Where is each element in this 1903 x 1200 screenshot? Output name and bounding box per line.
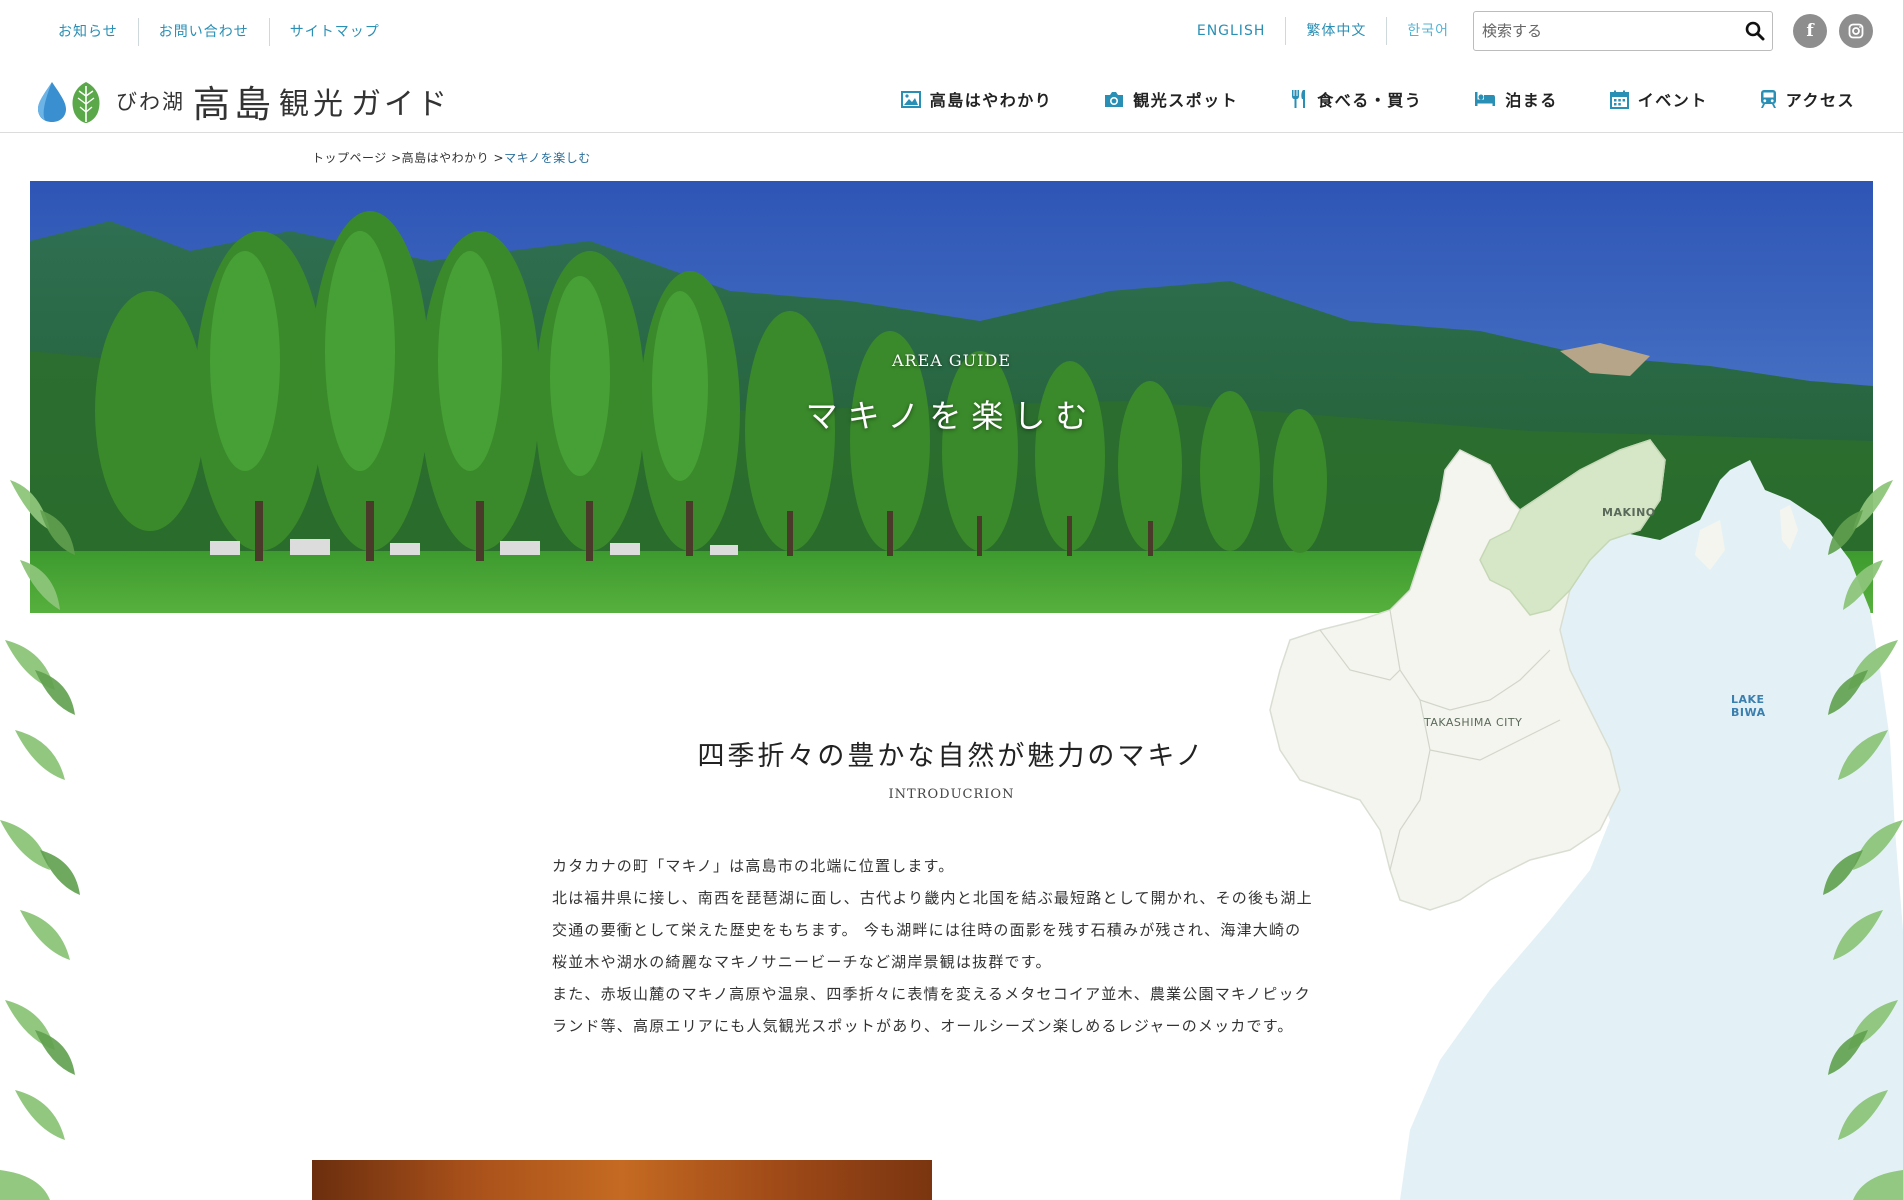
lang-korean[interactable]: 한국어	[1386, 17, 1469, 45]
right-foliage-decoration	[1823, 480, 1903, 1200]
header-divider	[0, 132, 1903, 133]
sitemap-link[interactable]: サイトマップ	[268, 18, 400, 46]
train-icon	[1760, 90, 1776, 108]
takashima-map-image	[1269, 439, 1903, 1200]
news-link[interactable]: お知らせ	[40, 18, 138, 46]
intro-line: ランド等、高原エリアにも人気観光スポットがあり、オールシーズン楽しめるレジャーの…	[552, 1017, 1294, 1035]
logo-title-2: 観光	[279, 87, 347, 122]
map-label-lake-biwa-2: BIWA	[1731, 706, 1766, 719]
logo-guide: ガイド	[351, 87, 450, 122]
nav-spots[interactable]: 観光スポット	[1104, 87, 1238, 111]
nav-eat-shop[interactable]: 食べる・買う	[1290, 87, 1422, 111]
intro-line: 北は福井県に接し、南西を琵琶湖に面し、古代より畿内と北国を結ぶ最短路として開かれ…	[552, 889, 1313, 907]
map-label-takashima-city: TAKASHIMA CITY	[1424, 716, 1523, 729]
autumn-photo	[312, 1160, 932, 1200]
nav-label: 食べる・買う	[1317, 91, 1423, 110]
search-icon	[1745, 21, 1765, 41]
intro-line: 交通の要衝として栄えた歴史をもちます。 今も湖畔には往時の面影を残す石積みが残さ…	[552, 921, 1302, 939]
intro-body: カタカナの町「マキノ」は高島市の北端に位置します。 北は福井県に接し、南西を琵琶…	[552, 850, 1372, 1042]
search-input[interactable]	[1474, 22, 1738, 40]
lang-traditional-chinese[interactable]: 繁体中文	[1285, 17, 1386, 45]
calendar-icon	[1609, 90, 1629, 109]
utility-right: ENGLISH 繁体中文 한국어 f	[1177, 10, 1873, 52]
area-map: MAKINO TAKASHIMA CITY LAKE BIWA	[1190, 410, 1903, 1200]
intro-line: 桜並木や湖水の綺麗なマキノサニービーチなど湖岸景観は抜群です。	[552, 953, 1052, 971]
image-icon	[900, 90, 921, 108]
fork-knife-icon	[1292, 90, 1306, 108]
intro-title: 四季折々の豊かな自然が魅力のマキノ	[697, 741, 1206, 772]
nav-label: イベント	[1637, 91, 1708, 110]
intro-line: また、赤坂山麓のマキノ高原や温泉、四季折々に表情を変えるメタセコイア並木、農業公…	[552, 985, 1311, 1003]
intro-subtitle: INTRODUCRION	[888, 787, 1015, 802]
nav-label: アクセス	[1785, 91, 1855, 110]
nav-events[interactable]: イベント	[1609, 87, 1708, 111]
intro-line: カタカナの町「マキノ」は高島市の北端に位置します。	[552, 857, 955, 875]
breadcrumb-current: マキノを楽しむ	[504, 151, 591, 165]
nav-label: 観光スポット	[1133, 91, 1239, 110]
site-logo[interactable]: びわ湖 高島 観光 ガイド	[34, 74, 450, 128]
lang-english[interactable]: ENGLISH	[1177, 17, 1286, 45]
breadcrumb: トップページ >高島はやわかり >マキノを楽しむ	[312, 149, 591, 166]
map-label-makino: MAKINO	[1602, 506, 1656, 519]
search-box	[1473, 11, 1773, 51]
facebook-button[interactable]: f	[1793, 14, 1827, 48]
left-foliage-decoration	[0, 480, 80, 1200]
water-drop-leaf-logo-icon	[38, 82, 100, 123]
main-nav: 高島はやわかり 観光スポット 食べる・買う 泊まる イベント アクセス	[900, 84, 1855, 114]
camera-icon	[1105, 91, 1124, 107]
hero-label: AREA GUIDE	[891, 351, 1011, 370]
logo-title: 高島	[193, 83, 275, 126]
nav-overview[interactable]: 高島はやわかり	[900, 87, 1053, 111]
search-button[interactable]	[1738, 12, 1772, 50]
nav-stay[interactable]: 泊まる	[1474, 87, 1558, 111]
breadcrumb-separator: >	[493, 151, 505, 165]
breadcrumb-parent[interactable]: 高島はやわかり	[402, 151, 490, 165]
utility-links: お知らせ お問い合わせ サイトマップ	[40, 18, 400, 46]
facebook-icon: f	[1806, 21, 1814, 41]
bed-icon	[1475, 92, 1496, 106]
breadcrumb-separator: >	[391, 151, 402, 165]
nav-label: 高島はやわかり	[929, 91, 1053, 110]
map-label-lake-biwa-1: LAKE	[1731, 693, 1765, 706]
nav-label: 泊まる	[1505, 91, 1558, 110]
breadcrumb-home[interactable]: トップページ	[312, 151, 387, 165]
contact-link[interactable]: お問い合わせ	[137, 18, 269, 46]
instagram-button[interactable]	[1839, 14, 1873, 48]
nav-access[interactable]: アクセス	[1760, 87, 1855, 111]
instagram-icon	[1848, 23, 1864, 39]
logo-subtitle: びわ湖	[116, 90, 185, 114]
